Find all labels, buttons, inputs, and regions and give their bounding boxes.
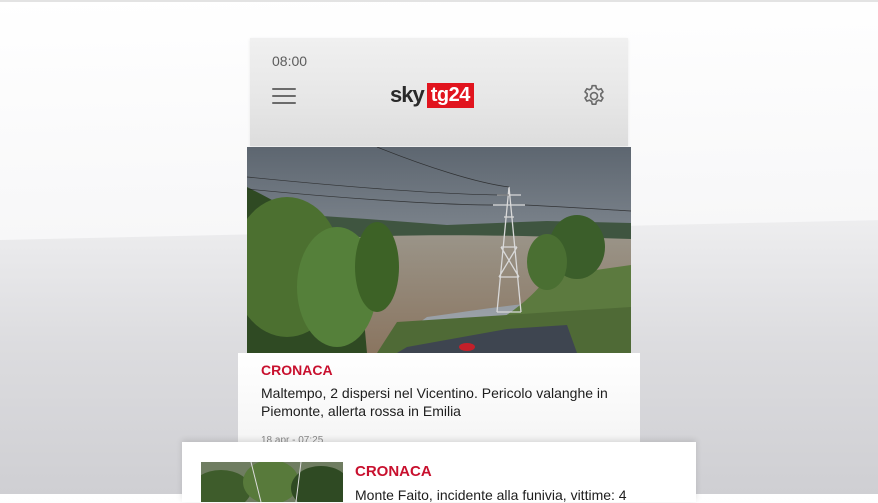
article-card[interactable]: CRONACA Maltempo, 2 dispersi nel Vicenti…	[238, 353, 640, 453]
article-card-next[interactable]: CRONACA Monte Faito, incidente alla funi…	[182, 442, 696, 503]
article-category[interactable]: CRONACA	[355, 463, 432, 480]
logo-sky-text: sky	[390, 82, 425, 107]
top-divider	[0, 0, 878, 2]
flood-photo	[247, 147, 631, 353]
app-header: 08:00 sky tg24	[250, 38, 628, 146]
article-category[interactable]: CRONACA	[261, 362, 333, 378]
article-hero-image[interactable]	[247, 147, 631, 353]
sky-tg24-logo[interactable]: sky tg24	[390, 82, 474, 108]
gear-icon[interactable]	[581, 83, 607, 109]
article-headline[interactable]: Monte Faito, incidente alla funivia, vit…	[355, 487, 685, 503]
logo-tg24-text: tg24	[426, 82, 474, 108]
article-thumbnail[interactable]	[201, 462, 343, 502]
forest-thumbnail	[201, 462, 343, 502]
status-time: 08:00	[272, 53, 308, 69]
hamburger-menu-icon[interactable]	[272, 88, 296, 104]
article-headline[interactable]: Maltempo, 2 dispersi nel Vicentino. Peri…	[261, 384, 631, 420]
